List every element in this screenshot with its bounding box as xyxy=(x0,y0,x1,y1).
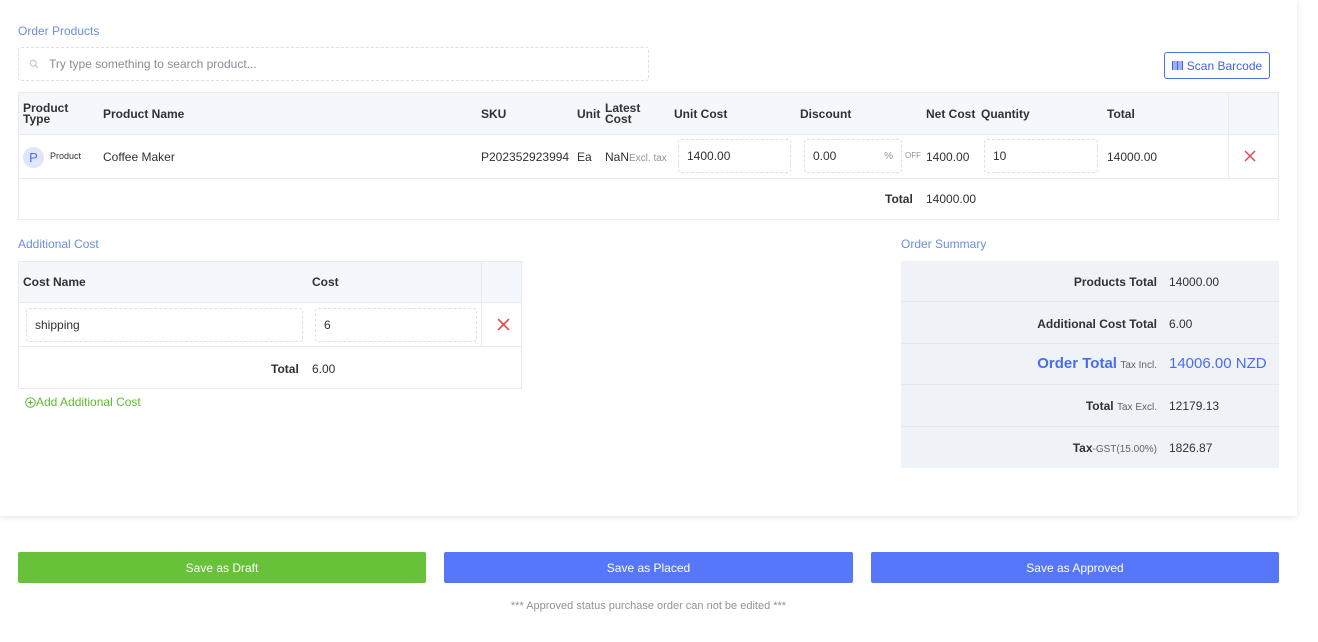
save-as-draft-button[interactable]: Save as Draft xyxy=(18,552,426,583)
summary-label-text: Total xyxy=(1085,399,1114,413)
latest-cost-note: Excl. tax xyxy=(629,153,667,164)
discount-value: 0.00 xyxy=(813,149,837,163)
summary-row-tax: Tax-GST(15.00%) 1826.87 xyxy=(901,427,1279,468)
product-net-cost: 1400.00 xyxy=(926,150,970,164)
summary-label-sub: Tax Excl. xyxy=(1116,402,1157,413)
order-summary-panel: Products Total 14000.00 Additional Cost … xyxy=(901,261,1279,468)
save-as-approved-button[interactable]: Save as Approved xyxy=(871,552,1279,583)
scan-barcode-button[interactable]: Scan Barcode xyxy=(1164,52,1270,79)
products-footer-total-value: 14000.00 xyxy=(926,192,977,206)
header-product-type: Product Type xyxy=(23,101,69,126)
header-latest-cost: Latest Cost xyxy=(605,101,641,126)
summary-label: Additional Cost Total xyxy=(1037,317,1157,331)
products-footer-total-label: Total xyxy=(885,192,913,206)
additional-cost-table: Cost Name Cost shipping 6 Total 6.00 xyxy=(18,261,522,389)
header-sku: SKU xyxy=(481,107,507,121)
additional-cost-header: Cost Name Cost xyxy=(19,262,521,303)
product-name: Coffee Maker xyxy=(103,150,175,164)
remove-product-icon[interactable] xyxy=(1244,150,1256,162)
additional-cost-total-label: Total xyxy=(271,362,299,376)
summary-label-sub: -GST(15.00%) xyxy=(1092,444,1157,455)
summary-value: 6.00 xyxy=(1169,317,1193,331)
summary-label-text: Additional Cost Total xyxy=(1037,317,1157,331)
quantity-input[interactable]: 10 xyxy=(984,139,1098,173)
summary-label: Total Tax Excl. xyxy=(1086,399,1157,413)
discount-input[interactable]: 0.00 % xyxy=(804,139,902,173)
product-search-box[interactable] xyxy=(18,47,649,81)
product-latest-cost: NaNExcl. tax xyxy=(605,150,667,164)
summary-label-text: Tax xyxy=(1072,441,1093,455)
summary-value: 14000.00 xyxy=(1169,275,1220,289)
unit-cost-input[interactable]: 1400.00 xyxy=(678,139,791,173)
scan-barcode-label: Scan Barcode xyxy=(1186,58,1263,73)
header-net-cost: Net Cost xyxy=(926,107,976,121)
discount-percent-unit: % xyxy=(884,150,893,162)
save-as-placed-button[interactable]: Save as Placed xyxy=(444,552,853,583)
summary-label: Order Total Tax Incl. xyxy=(1037,355,1157,372)
summary-label-text: Products Total xyxy=(1073,275,1157,289)
table-row: shipping 6 xyxy=(19,303,521,347)
remove-cost-icon[interactable] xyxy=(497,318,510,331)
search-icon xyxy=(29,59,39,69)
order-total-sub: Tax Incl. xyxy=(1120,360,1157,371)
plus-circle-icon xyxy=(25,396,36,408)
additional-cost-total-value: 6.00 xyxy=(312,362,336,376)
product-type-avatar: P xyxy=(23,147,44,168)
header-unit: Unit xyxy=(577,107,601,121)
summary-row-products-total: Products Total 14000.00 xyxy=(901,261,1279,302)
order-summary-label: Order Summary xyxy=(901,237,987,251)
header-quantity: Quantity xyxy=(981,107,1030,121)
summary-value: 12179.13 xyxy=(1169,399,1220,413)
product-unit: Ea xyxy=(577,150,592,164)
product-type-label: Product xyxy=(50,151,82,161)
cost-name-input[interactable]: shipping xyxy=(26,308,303,342)
header-discount: Discount xyxy=(800,107,852,121)
header-cost-name: Cost Name xyxy=(23,275,86,289)
summary-row-total-excl-tax: Total Tax Excl. 12179.13 xyxy=(901,385,1279,427)
summary-label: Tax-GST(15.00%) xyxy=(1073,441,1157,455)
header-total: Total xyxy=(1107,107,1135,121)
order-total-label: Order Total xyxy=(1037,355,1117,372)
summary-row-additional-cost-total: Additional Cost Total 6.00 xyxy=(901,302,1279,344)
products-table-header: Product Type Product Name SKU Unit Lates… xyxy=(19,93,1278,135)
header-unit-cost: Unit Cost xyxy=(674,107,728,121)
product-sku: P202352923994 xyxy=(481,150,570,164)
summary-label: Products Total xyxy=(1074,275,1157,289)
approved-status-note: *** Approved status purchase order can n… xyxy=(510,600,787,612)
summary-row-order-total: Order Total Tax Incl. 14006.00 NZD xyxy=(901,344,1279,385)
header-cost: Cost xyxy=(312,275,339,289)
header-product-name: Product Name xyxy=(103,107,185,121)
add-additional-cost-label: Add Additional Cost xyxy=(36,395,141,409)
table-row: P Product Coffee Maker P202352923994 Ea … xyxy=(19,135,1278,179)
add-additional-cost-link[interactable]: Add Additional Cost xyxy=(25,395,141,409)
summary-value: 1826.87 xyxy=(1169,441,1213,455)
products-table-footer: Total 14000.00 xyxy=(19,179,1278,219)
cost-value-input[interactable]: 6 xyxy=(315,308,477,342)
discount-off-label: OFF xyxy=(905,151,921,160)
additional-cost-label: Additional Cost xyxy=(18,237,99,251)
product-search-input[interactable] xyxy=(49,57,609,71)
product-row-total: 14000.00 xyxy=(1107,150,1158,164)
order-total-value: 14006.00 NZD xyxy=(1169,355,1267,372)
order-products-label: Order Products xyxy=(18,24,100,38)
barcode-icon xyxy=(1171,61,1183,70)
latest-cost-value: NaN xyxy=(605,150,630,164)
order-products-table: Product Type Product Name SKU Unit Lates… xyxy=(18,92,1279,220)
order-form-card: Order Products Scan Barcode Product Type… xyxy=(0,0,1297,516)
